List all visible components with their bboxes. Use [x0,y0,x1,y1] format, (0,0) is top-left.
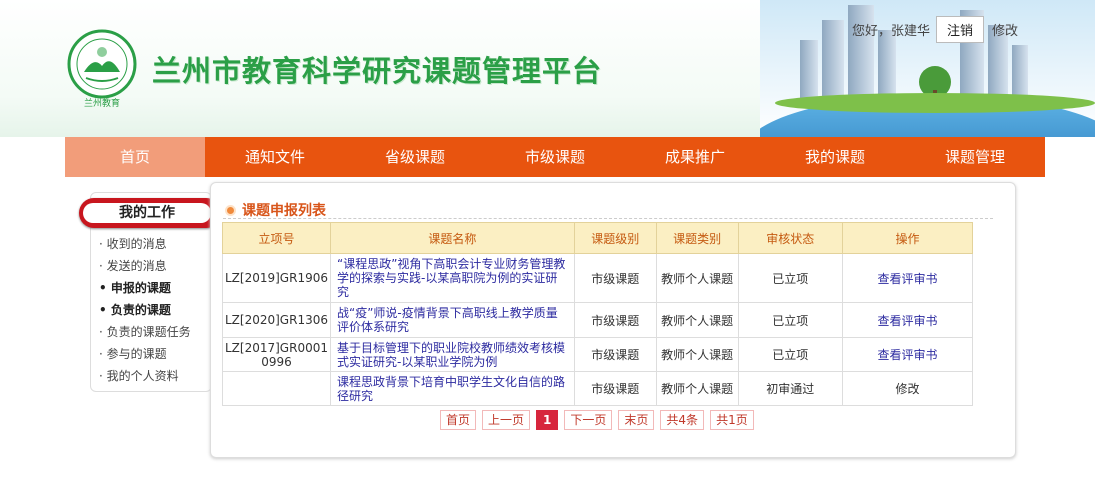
cell-status: 已立项 [737,253,843,303]
cell-status: 已立项 [737,302,843,338]
cell-id [222,371,331,406]
modify-link[interactable]: 修改 [841,371,974,406]
cell-name[interactable]: 战“疫”师说-疫情背景下高职线上教学质量评价体系研究 [329,302,575,338]
total-pages: 共1页 [710,410,754,430]
nav-home[interactable]: 首页 [65,137,205,177]
cell-level: 市级课题 [573,302,657,338]
cell-id: LZ[2017]GR00010996 [222,337,331,372]
main-panel: 课题申报列表 立项号 课题名称 课题级别 课题类别 审核状态 操作 LZ[201… [210,182,1016,458]
view-review-link[interactable]: 查看评审书 [841,253,974,303]
cell-category: 教师个人课题 [655,371,739,406]
table-row: LZ[2020]GR1306 战“疫”师说-疫情背景下高职线上教学质量评价体系研… [222,302,974,338]
table-row: 课程思政背景下培育中职学生文化自信的路径研究 市级课题 教师个人课题 初审通过 … [222,371,974,406]
sidebar-item-sent-messages[interactable]: · 发送的消息 [99,255,191,277]
bullet-icon [225,204,236,216]
site-title: 兰州市教育科学研究课题管理平台 [152,54,603,88]
col-header-status: 审核状态 [737,222,843,254]
sidebar-item-profile[interactable]: · 我的个人资料 [99,365,191,387]
user-bar: 您好，张建华 注销 修改 [852,15,1018,43]
cell-name[interactable]: “课程思政”视角下高职会计专业财务管理教学的探索与实践-以某高职院为例的实证研究 [329,253,575,303]
cell-id: LZ[2019]GR1906 [222,253,331,303]
page-next-button[interactable]: 下一页 [564,410,613,430]
cell-status: 已立项 [737,337,843,372]
modify-profile-link[interactable]: 修改 [992,20,1018,39]
col-header-action: 操作 [841,222,974,254]
panel-heading: 课题申报列表 [225,200,326,220]
cell-name[interactable]: 基于目标管理下的职业院校教师绩效考核模式实证研究-以某职业学院为例 [329,337,575,372]
logout-button[interactable]: 注销 [936,15,985,43]
page-header: 兰州教育 兰州市教育科学研究课题管理平台 您好，张建华 注销 修改 [0,0,1095,137]
cell-category: 教师个人课题 [655,337,739,372]
cell-id: LZ[2020]GR1306 [222,302,331,338]
col-header-level: 课题级别 [573,222,657,254]
table-row: LZ[2017]GR00010996 基于目标管理下的职业院校教师绩效考核模式实… [222,337,974,372]
sidebar-item-declared-projects[interactable]: • 申报的课题 [99,277,191,299]
pagination: 首页 上一页 1 下一页 末页 共4条 共1页 [440,410,754,430]
nav-city-projects[interactable]: 市级课题 [485,137,625,177]
lanzhou-education-logo: 兰州教育 [67,29,137,108]
nav-provincial-projects[interactable]: 省级课题 [345,137,485,177]
view-review-link[interactable]: 查看评审书 [841,337,974,372]
sidebar-header: 我的工作 [79,198,221,228]
panel-title: 课题申报列表 [242,203,326,219]
user-greeting: 您好，张建华 [852,23,931,39]
page-prev-button[interactable]: 上一页 [482,410,531,430]
page-last-button[interactable]: 末页 [618,410,655,430]
page-first-button[interactable]: 首页 [440,410,477,430]
cell-name[interactable]: 课程思政背景下培育中职学生文化自信的路径研究 [329,371,575,406]
view-review-link[interactable]: 查看评审书 [841,302,974,338]
sidebar-item-responsible-projects[interactable]: • 负责的课题 [99,299,191,321]
page-current[interactable]: 1 [536,410,559,430]
table-header-row: 立项号 课题名称 课题级别 课题类别 审核状态 操作 [222,222,974,254]
nav-my-projects[interactable]: 我的课题 [765,137,905,177]
logo-sub-text: 兰州教育 [84,97,120,108]
sidebar: 我的工作 · 收到的消息 · 发送的消息 • 申报的课题 • 负责的课题 · 负… [79,192,221,392]
sidebar-item-participated-projects[interactable]: · 参与的课题 [99,343,191,365]
nav-notices[interactable]: 通知文件 [205,137,345,177]
cell-status: 初审通过 [737,371,843,406]
nav-achievements[interactable]: 成果推广 [625,137,765,177]
sidebar-title: 我的工作 [83,203,211,223]
col-header-name: 课题名称 [329,222,575,254]
cell-level: 市级课题 [573,337,657,372]
sidebar-item-project-tasks[interactable]: · 负责的课题任务 [99,321,191,343]
nav-project-management[interactable]: 课题管理 [905,137,1045,177]
sidebar-item-received-messages[interactable]: · 收到的消息 [99,233,191,255]
cell-level: 市级课题 [573,371,657,406]
sidebar-menu: · 收到的消息 · 发送的消息 • 申报的课题 • 负责的课题 · 负责的课题任… [99,233,191,387]
col-header-category: 课题类别 [655,222,739,254]
col-header-id: 立项号 [222,222,331,254]
divider [223,218,993,219]
project-table: 立项号 课题名称 课题级别 课题类别 审核状态 操作 LZ[2019]GR190… [222,222,974,406]
total-records: 共4条 [660,410,705,430]
main-nav: 首页 通知文件 省级课题 市级课题 成果推广 我的课题 课题管理 [65,137,1045,177]
cell-level: 市级课题 [573,253,657,303]
cell-category: 教师个人课题 [655,302,739,338]
cell-category: 教师个人课题 [655,253,739,303]
table-row: LZ[2019]GR1906 “课程思政”视角下高职会计专业财务管理教学的探索与… [222,253,974,303]
